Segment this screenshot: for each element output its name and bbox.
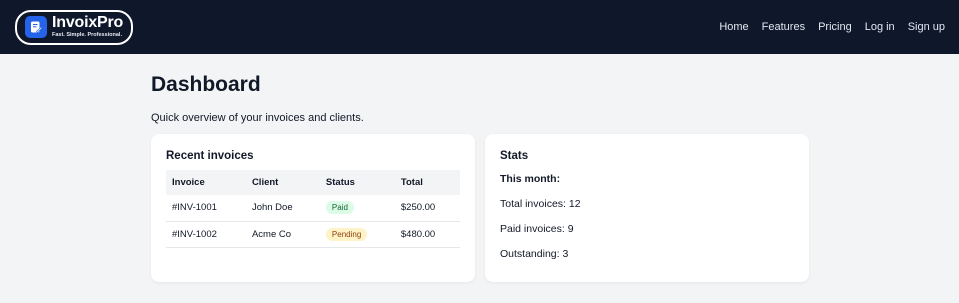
dashboard-main: Dashboard Quick overview of your invoice… — [151, 73, 809, 282]
status-badge: Paid — [325, 201, 354, 215]
table-row[interactable]: #INV-1002 Acme Co Pending $480.00 — [166, 221, 460, 248]
top-navbar: InvoixPro Fast. Simple. Professional. Ho… — [0, 0, 959, 54]
table-row[interactable]: #INV-1001 John Doe Paid $250.00 — [166, 195, 460, 222]
stat-total-invoices: Total invoices: 12 — [500, 198, 581, 210]
invoice-icon — [25, 16, 47, 38]
page-title: Dashboard — [151, 73, 261, 96]
nav-features-link[interactable]: Features — [762, 21, 805, 33]
invoice-number: #INV-1002 — [166, 221, 246, 248]
invoice-client: John Doe — [245, 195, 320, 222]
brand-logo[interactable]: InvoixPro Fast. Simple. Professional. — [15, 9, 134, 45]
invoices-table: Invoice Client Status Total #INV-1001 Jo… — [166, 170, 460, 248]
nav-home-link[interactable]: Home — [719, 21, 748, 33]
column-header-invoice: Invoice — [172, 177, 205, 188]
invoice-client: Acme Co — [245, 221, 320, 248]
table-header-row: Invoice Client Status Total — [166, 170, 460, 195]
invoice-total: $250.00 — [394, 195, 460, 222]
stats-card: Stats This month: Total invoices: 12 Pai… — [485, 134, 809, 282]
stat-outstanding: Outstanding: 3 — [500, 248, 569, 260]
invoice-number: #INV-1001 — [166, 195, 246, 222]
nav-login-link[interactable]: Log in — [865, 21, 895, 33]
nav-pricing-link[interactable]: Pricing — [818, 21, 852, 33]
invoice-total: $480.00 — [394, 221, 460, 248]
status-badge: Pending — [325, 227, 368, 241]
brand-name: InvoixPro — [52, 14, 124, 32]
column-header-total: Total — [400, 177, 423, 188]
main-nav: Home Features Pricing Log in Sign up — [706, 21, 945, 33]
brand-tagline: Fast. Simple. Professional. — [52, 32, 122, 39]
page-subtitle: Quick overview of your invoices and clie… — [151, 112, 364, 124]
stats-title: Stats — [500, 150, 529, 162]
column-header-client: Client — [251, 177, 279, 188]
stat-paid-invoices: Paid invoices: 9 — [500, 223, 574, 235]
recent-invoices-card: Recent invoices Invoice Client Status To… — [151, 134, 475, 282]
recent-invoices-title: Recent invoices — [166, 150, 254, 162]
nav-signup-link[interactable]: Sign up — [908, 21, 945, 33]
column-header-status: Status — [325, 177, 355, 188]
stats-period-label: This month: — [500, 173, 561, 185]
cards-row: Recent invoices Invoice Client Status To… — [151, 134, 809, 282]
